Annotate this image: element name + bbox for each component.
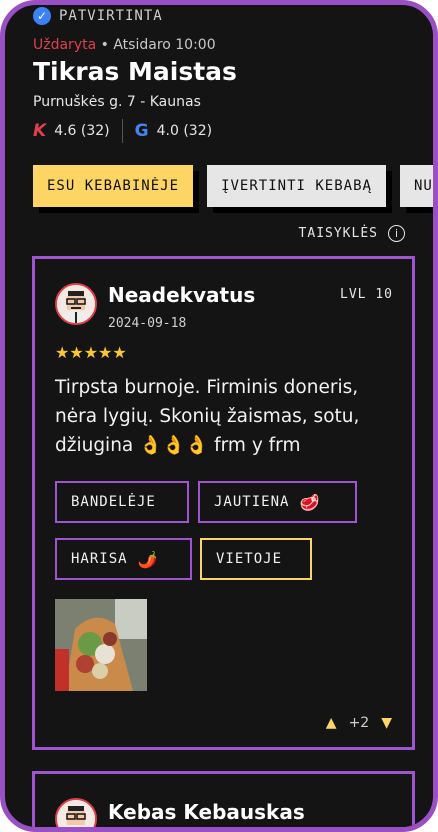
- rate-kebab-button[interactable]: ĮVERTINTI KEBABĄ: [207, 165, 386, 207]
- avatar[interactable]: [55, 798, 97, 827]
- thumbs-down-icon[interactable]: ▼: [381, 715, 392, 731]
- status-opens: Atsidaro 10:00: [113, 37, 216, 53]
- tag-label: BANDELĖJE: [71, 494, 156, 510]
- review-card: Neadekvatus 2024-09-18 LVL 10 ★★★★★ Tirp…: [32, 256, 415, 750]
- vote-controls: ▲ +2 ▼: [326, 715, 392, 731]
- tag-label: VIETOJE: [216, 551, 283, 567]
- tag-harissa: HARISA 🌶️: [55, 538, 192, 580]
- verified-label: PATVIRTINTA: [59, 8, 163, 24]
- google-icon: G: [134, 121, 149, 141]
- verified-badge: ✓ PATVIRTINTA: [33, 7, 163, 25]
- more-action-button[interactable]: NUV: [400, 165, 433, 207]
- chili-icon: 🌶️: [137, 549, 159, 569]
- avatar[interactable]: [55, 283, 97, 325]
- kebab-rating-value: 4.6 (32): [54, 123, 110, 139]
- thumbs-up-icon[interactable]: ▲: [326, 715, 337, 731]
- review-text: Tirpsta burnoje. Firminis doneris, nėra …: [55, 377, 360, 456]
- tag-bun: BANDELĖJE: [55, 481, 189, 523]
- ratings-divider: [121, 119, 123, 143]
- google-rating-value: 4.0 (32): [156, 123, 213, 139]
- opening-status: Uždaryta • Atsidaro 10:00: [33, 37, 216, 53]
- tag-label: JAUTIENA: [214, 494, 290, 510]
- kebab-rating-icon: K: [33, 121, 47, 141]
- tag-dine-in: VIETOJE: [200, 538, 312, 580]
- phone-frame: ✓ PATVIRTINTA Uždaryta • Atsidaro 10:00 …: [0, 0, 438, 832]
- place-title: Tikras Maistas: [33, 57, 237, 86]
- status-closed: Uždaryta: [33, 37, 97, 53]
- tag-beef: JAUTIENA 🥩: [198, 481, 357, 523]
- review-date: 2024-09-18: [108, 316, 187, 331]
- reviewer-name[interactable]: Neadekvatus: [108, 283, 255, 307]
- rules-link[interactable]: TAISYKLĖS i: [299, 225, 405, 242]
- vote-count: +2: [348, 715, 370, 731]
- rules-label: TAISYKLĖS: [298, 226, 378, 241]
- checkin-button[interactable]: ESU KEBABINĖJE: [33, 165, 193, 207]
- place-address: Purnuškės g. 7 - Kaunas: [33, 94, 201, 110]
- check-circle-icon: ✓: [33, 7, 51, 25]
- review-photo[interactable]: [55, 599, 147, 691]
- action-buttons: ESU KEBABINĖJE ĮVERTINTI KEBABĄ NUV: [33, 165, 433, 207]
- meat-icon: 🥩: [299, 492, 321, 512]
- star-rating: ★★★★★: [55, 343, 127, 362]
- review-card: Kebas Kebauskas: [32, 771, 415, 827]
- tag-label: HARISA: [71, 551, 128, 567]
- reviewer-name[interactable]: Kebas Kebauskas: [108, 800, 305, 824]
- ratings-row: K 4.6 (32) G 4.0 (32): [33, 119, 212, 143]
- status-separator: •: [100, 37, 109, 53]
- reviewer-level: LVL 10: [340, 287, 393, 302]
- info-icon[interactable]: i: [388, 225, 405, 242]
